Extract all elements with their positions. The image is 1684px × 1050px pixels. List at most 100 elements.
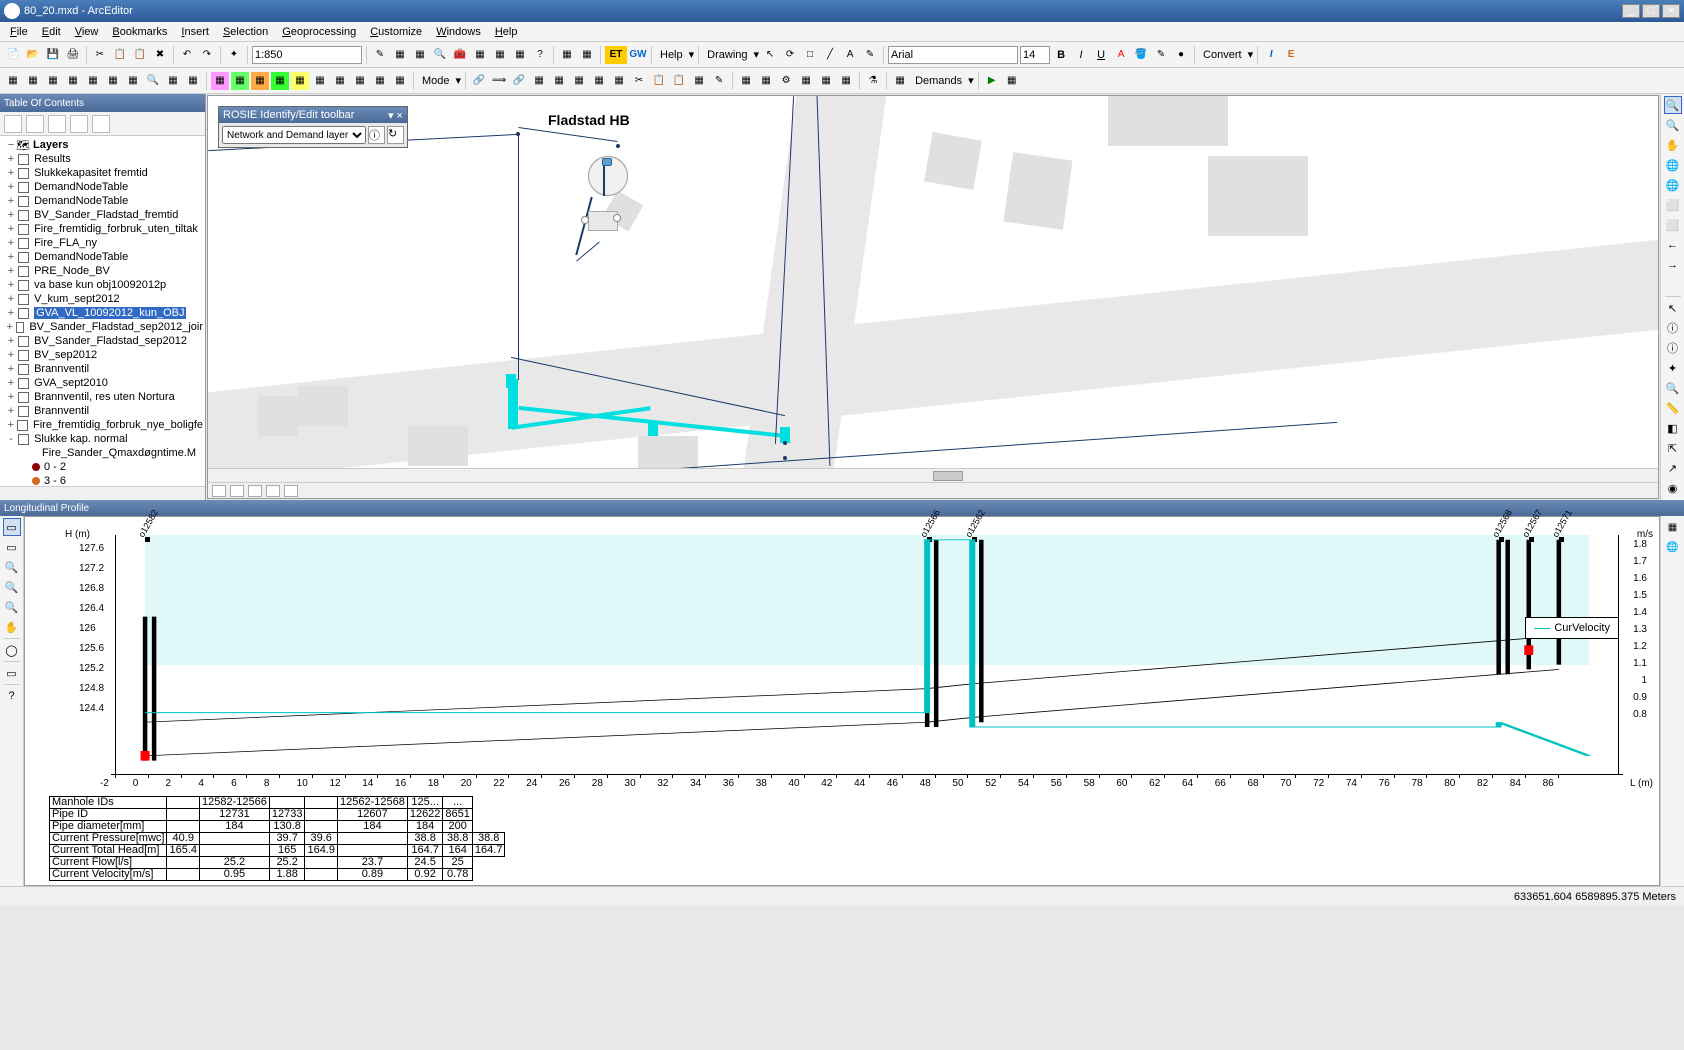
layer-button[interactable]: ▦: [371, 72, 389, 90]
demands-dropdown[interactable]: Demands: [911, 75, 966, 87]
profile-tool-icon[interactable]: 🔍: [3, 578, 21, 596]
drawing-dropdown[interactable]: Drawing: [703, 49, 751, 61]
nav-tool-icon[interactable]: [1664, 276, 1682, 294]
profile-tool-icon[interactable]: 🔍: [3, 598, 21, 616]
editor-button[interactable]: ▦: [24, 72, 42, 90]
refresh-button[interactable]: [248, 485, 262, 497]
fill-color-button[interactable]: 🪣: [1132, 46, 1150, 64]
menu-customize[interactable]: Customize: [364, 24, 428, 40]
toc-root[interactable]: −🗺 Layers: [2, 138, 203, 152]
pencil-button[interactable]: ✎: [710, 72, 728, 90]
editor-button[interactable]: ▦: [44, 72, 62, 90]
timeslider-button[interactable]: ▦: [511, 46, 529, 64]
nav-tool-icon[interactable]: ↖: [1664, 299, 1682, 317]
nav-tool-icon[interactable]: ✋: [1664, 136, 1682, 154]
profile-tool-icon[interactable]: ▭: [3, 538, 21, 556]
editor-toolbar-button[interactable]: ✎: [371, 46, 389, 64]
menu-geoprocessing[interactable]: Geoprocessing: [276, 24, 362, 40]
nav-tool-icon[interactable]: 🌐: [1664, 176, 1682, 194]
nav-tool-icon[interactable]: ⓘ: [1664, 339, 1682, 357]
search-button[interactable]: 🔍: [431, 46, 449, 64]
editor-button[interactable]: ▦: [104, 72, 122, 90]
toc-tree[interactable]: −🗺 Layers + Results+ Slukkekapasitet fre…: [0, 136, 205, 486]
marker-button[interactable]: ●: [1172, 46, 1190, 64]
add-data-button[interactable]: ✦: [225, 46, 243, 64]
merge-button[interactable]: ▦: [550, 72, 568, 90]
line-button[interactable]: ╱: [821, 46, 839, 64]
run-button[interactable]: ▶: [983, 72, 1001, 90]
toc-list-by-source[interactable]: [26, 115, 44, 133]
sketch-button[interactable]: ▦: [757, 72, 775, 90]
nav-tool-icon[interactable]: 🔍: [1664, 96, 1682, 114]
rosie-close[interactable]: ▾ ×: [388, 109, 403, 122]
pause-button[interactable]: [266, 485, 280, 497]
nav-tool-icon[interactable]: 🌐: [1664, 156, 1682, 174]
arctoolbox-button[interactable]: 🧰: [451, 46, 469, 64]
nav-tool-icon[interactable]: →: [1664, 256, 1682, 274]
layer-button[interactable]: ▦: [391, 72, 409, 90]
layout-view-button[interactable]: [230, 485, 244, 497]
toc-layer[interactable]: + GVA_sept2010: [2, 376, 203, 390]
sketch-button[interactable]: ▦: [837, 72, 855, 90]
copy-button[interactable]: 📋: [650, 72, 668, 90]
profile-tool-icon[interactable]: ✋: [3, 618, 21, 636]
profile-tool-icon[interactable]: 🔍: [3, 558, 21, 576]
toc-list-by-visibility[interactable]: [48, 115, 66, 133]
profile-tool-icon[interactable]: ▦: [1664, 518, 1682, 536]
line-color-button[interactable]: ✎: [1152, 46, 1170, 64]
menu-bookmarks[interactable]: Bookmarks: [106, 24, 173, 40]
cut-button[interactable]: ✂: [91, 46, 109, 64]
toc-layer[interactable]: + BV_Sander_Fladstad_sep2012_joir: [2, 320, 203, 334]
rosie-combo[interactable]: Network and Demand layer: [222, 126, 366, 144]
catalog-button[interactable]: ▦: [411, 46, 429, 64]
toc-layer[interactable]: + BV_Sander_Fladstad_fremtid: [2, 208, 203, 222]
layer-button[interactable]: ▦: [271, 72, 289, 90]
cut-button[interactable]: ✂: [630, 72, 648, 90]
nav-tool-icon[interactable]: ⬜: [1664, 196, 1682, 214]
beaker-button[interactable]: ⚗: [864, 72, 882, 90]
rect-button[interactable]: □: [801, 46, 819, 64]
editor-button[interactable]: ▦: [184, 72, 202, 90]
layer-button[interactable]: ▦: [351, 72, 369, 90]
profile-chart[interactable]: 127.6127.2126.8126.4126125.6125.2124.812…: [24, 516, 1660, 886]
toc-layer[interactable]: + V_kum_sept2012: [2, 292, 203, 306]
print-button[interactable]: 🖨: [64, 46, 82, 64]
help-dropdown[interactable]: Help: [656, 49, 687, 61]
toc-layer[interactable]: + BV_Sander_Fladstad_sep2012: [2, 334, 203, 348]
layer-button[interactable]: ▦: [291, 72, 309, 90]
toc-layer[interactable]: + DemandNodeTable: [2, 180, 203, 194]
link-button[interactable]: ⟹: [490, 72, 508, 90]
nav-tool-icon[interactable]: ⇱: [1664, 439, 1682, 457]
select-arrow[interactable]: ↖: [761, 46, 779, 64]
toc-layer[interactable]: + Fire_FLA_ny: [2, 236, 203, 250]
whatsthis-button[interactable]: ?: [531, 46, 549, 64]
copy-button[interactable]: 📋: [111, 46, 129, 64]
menu-insert[interactable]: Insert: [175, 24, 215, 40]
menu-view[interactable]: View: [69, 24, 105, 40]
underline-button[interactable]: U: [1092, 46, 1110, 64]
editor-button[interactable]: ▦: [4, 72, 22, 90]
link-button[interactable]: 🔗: [470, 72, 488, 90]
toc-layer[interactable]: - Slukke kap. normal: [2, 432, 203, 446]
layer-button[interactable]: ▦: [251, 72, 269, 90]
toc-layer[interactable]: + BV_sep2012: [2, 348, 203, 362]
toc-layer[interactable]: + Results: [2, 152, 203, 166]
rosie-refresh-button[interactable]: ↻: [387, 126, 404, 144]
layer-button[interactable]: ▦: [311, 72, 329, 90]
close-button[interactable]: ×: [1662, 4, 1680, 18]
map-scrollbar-h[interactable]: [208, 468, 1658, 482]
toc-layer[interactable]: + GVA_VL_10092012_kun_OBJ: [2, 306, 203, 320]
toc-layer[interactable]: + Brannventil, res uten Nortura: [2, 390, 203, 404]
profile-tool-icon[interactable]: ◯: [3, 641, 21, 659]
nav-tool-icon[interactable]: ✦: [1664, 359, 1682, 377]
sketch-button[interactable]: ▦: [817, 72, 835, 90]
open-button[interactable]: 📂: [24, 46, 42, 64]
editor-button[interactable]: ▦: [84, 72, 102, 90]
minimize-button[interactable]: _: [1622, 4, 1640, 18]
et-button[interactable]: ET: [605, 46, 627, 64]
tool-button[interactable]: ▦: [578, 46, 596, 64]
tool-button[interactable]: ▦: [610, 72, 628, 90]
python-button[interactable]: ▦: [471, 46, 489, 64]
map-view[interactable]: Fladstad HB ROSIE Identify/Edit toolbar▾…: [207, 95, 1659, 499]
toc-layer[interactable]: + DemandNodeTable: [2, 194, 203, 208]
